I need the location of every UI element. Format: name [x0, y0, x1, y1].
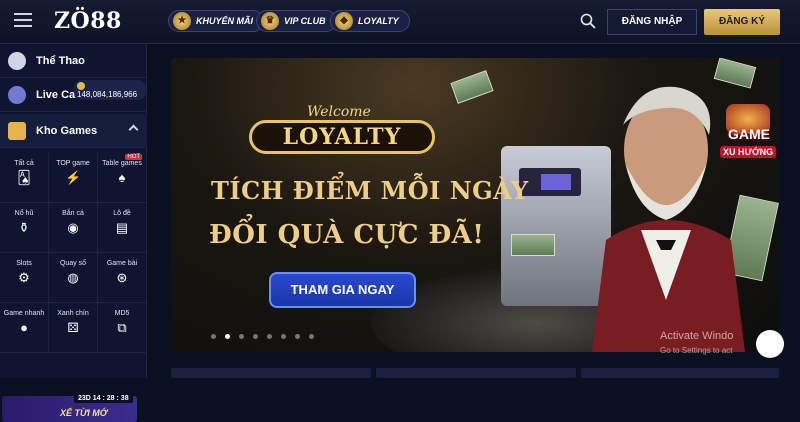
hero-banner[interactable]: Welcome LOYALTY TÍCH ĐIỂM MỖI NGÀY ĐỔI Q… [171, 58, 779, 352]
menu-icon[interactable] [14, 13, 32, 27]
cash-icon [511, 234, 555, 256]
chevron-up-icon[interactable] [128, 124, 139, 135]
hot-badge: HOT [125, 154, 142, 160]
game-thumbnail[interactable] [581, 368, 779, 378]
chip-icon: ⊛ [116, 270, 128, 285]
loyalty-label: LOYALTY [358, 16, 399, 26]
diamond-icon: ◆ [335, 12, 353, 30]
crown-icon: ♛ [261, 12, 279, 30]
promo-title: XẾ TỪI MỚ [60, 408, 108, 418]
jar-icon: ⚱ [18, 220, 30, 235]
promo-card[interactable]: 23D 14 : 28 : 38 XẾ TỪI MỚ [2, 394, 137, 422]
game-cat-fishing[interactable]: Bắn cá ◉ [49, 203, 98, 253]
carousel-dot[interactable] [281, 334, 286, 339]
live-casino-icon [8, 85, 26, 104]
loyalty-logo: LOYALTY [249, 120, 435, 154]
sidebar-item-games[interactable]: Kho Games [0, 114, 147, 148]
headline-1: TÍCH ĐIỂM MỖI NGÀY [211, 176, 529, 205]
carousel-dot[interactable] [211, 334, 216, 339]
cash-icon [450, 70, 494, 104]
jackpot-badge: 148,084,186,966 [74, 80, 146, 100]
game-cat-quick[interactable]: Game nhanh ● [0, 303, 49, 353]
trending-subtitle: XU HƯỚNG [720, 146, 777, 158]
loyalty-pill[interactable]: ◆ LOYALTY [330, 10, 410, 32]
carousel-dot[interactable] [253, 334, 258, 339]
search-icon[interactable] [580, 13, 596, 29]
dice-icon: ⚄ [67, 320, 79, 335]
game-thumbnail[interactable] [376, 368, 576, 378]
sidebar-item-label: Thể Thao [36, 54, 85, 67]
promo-label: KHUYẾN MÃI [196, 16, 254, 26]
soccer-ball-icon [8, 51, 26, 70]
slot-icon: ⚙ [18, 270, 30, 285]
coin-icon [77, 81, 85, 90]
headline-2: ĐỔI QUÀ CỰC ĐÃ! [209, 220, 485, 250]
vip-label: VIP CLUB [284, 16, 326, 26]
game-cat-top[interactable]: TOP game ⚡ [49, 153, 98, 203]
lottery-ball-icon: ◍ [67, 270, 79, 285]
fish-icon: ◉ [67, 220, 79, 235]
game-cat-jackpot[interactable]: Nổ hũ ⚱ [0, 203, 49, 253]
carousel-dot[interactable] [295, 334, 300, 339]
sidebar-item-sports[interactable]: Thể Thao [0, 44, 147, 78]
sidebar-item-label: Kho Games [36, 124, 98, 137]
game-cat-md5[interactable]: MD5 ⧉ [98, 303, 147, 353]
chat-support-icon[interactable] [756, 330, 784, 358]
game-cat-table[interactable]: HOT Table games ♠ [98, 153, 147, 203]
sidebar: Thể Thao Live Casino 148,084,186,966 Kho… [0, 44, 147, 422]
gift-icon: ★ [173, 12, 191, 30]
lightning-icon: ⚡ [65, 170, 82, 185]
login-button[interactable]: ĐĂNG NHẬP [607, 9, 697, 35]
game-cat-slots[interactable]: Slots ⚙ [0, 253, 49, 303]
lottery-ticket-icon: ▤ [115, 220, 129, 235]
game-cat-all[interactable]: Tất cả 🂡 [0, 153, 49, 203]
game-cat-lottery[interactable]: Lô đề ▤ [98, 203, 147, 253]
windows-activation-hint: Go to Settings to act [660, 346, 733, 355]
signup-button[interactable]: ĐĂNG KÝ [704, 9, 780, 35]
welcome-text: Welcome [307, 104, 371, 120]
bomb-icon: ● [20, 320, 28, 335]
carousel-dot[interactable] [309, 334, 314, 339]
game-cat-cards[interactable]: Game bài ⊛ [98, 253, 147, 303]
game-thumbnail[interactable] [171, 368, 371, 378]
gamepad-icon [8, 121, 26, 140]
game-cat-dice[interactable]: Xanh chín ⚄ [49, 303, 98, 353]
md5-icon: ⧉ [117, 320, 127, 335]
carousel-dot[interactable] [267, 334, 272, 339]
promo-timer: 23D 14 : 28 : 38 [74, 394, 133, 403]
promo-pill[interactable]: ★ KHUYẾN MÃI [168, 10, 265, 32]
carousel-dots [211, 326, 323, 344]
carousel-dot-active[interactable] [225, 334, 230, 339]
trending-title: GAME [728, 126, 770, 142]
top-bar: ZÖ88 ★ KHUYẾN MÃI ♛ VIP CLUB ◆ LOYALTY Đ… [0, 0, 800, 44]
cards-icon: 🂡 [17, 170, 31, 185]
game-thumbnail-row [171, 368, 779, 378]
vip-pill[interactable]: ♛ VIP CLUB [256, 10, 337, 32]
trending-game-badge[interactable]: GAME XU HƯỚNG [718, 104, 778, 170]
join-now-button[interactable]: THAM GIA NGAY [269, 272, 416, 308]
table-cards-icon: ♠ [118, 170, 126, 185]
carousel-dot[interactable] [239, 334, 244, 339]
site-logo[interactable]: ZÖ88 [54, 8, 122, 34]
windows-activation-title: Activate Windo [660, 330, 734, 342]
game-cat-draw[interactable]: Quay số ◍ [49, 253, 98, 303]
